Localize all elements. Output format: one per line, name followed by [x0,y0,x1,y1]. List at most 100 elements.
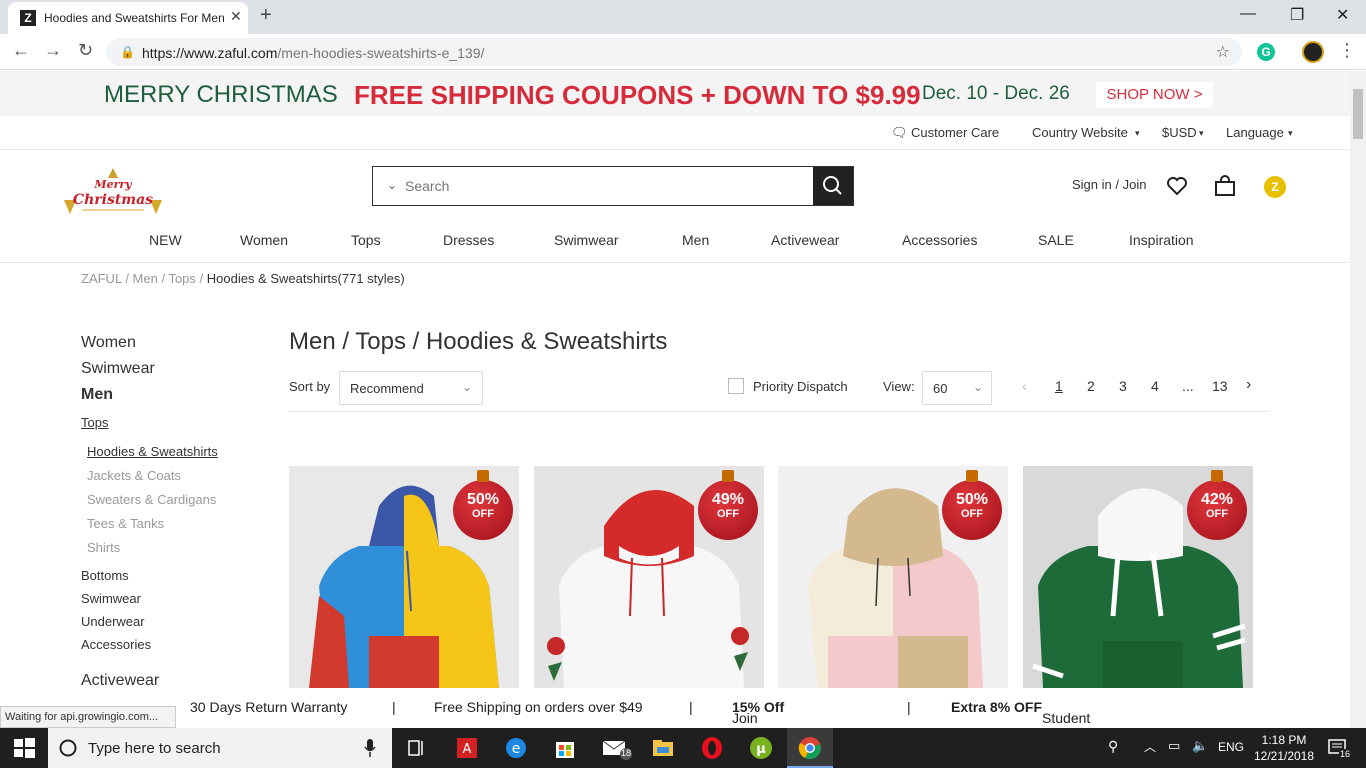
breadcrumb-tops[interactable]: Tops [168,271,195,286]
show-hidden-icons-chevron[interactable]: ︿ [1144,738,1168,762]
page-13[interactable]: 13 [1212,378,1228,394]
sidebar-item-sweaters[interactable]: Sweaters & Cardigans [87,492,216,507]
sidebar-item-men-swimwear[interactable]: Swimwear [81,591,141,606]
chrome-menu-icon[interactable]: ⋮ [1338,40,1356,61]
task-view-icon[interactable] [405,736,429,760]
page-4[interactable]: 4 [1151,378,1159,394]
sidebar-item-women[interactable]: Women [81,334,136,352]
grammarly-extension-icon[interactable]: G [1257,43,1275,61]
nav-dresses[interactable]: Dresses [443,232,494,248]
prev-page-icon[interactable]: ‹ [1022,378,1027,394]
priority-dispatch-checkbox[interactable] [728,378,744,394]
notification-center-icon[interactable]: 16 [1326,736,1352,760]
bookmark-star-icon[interactable]: ☆ [1216,42,1230,62]
nav-accessories[interactable]: Accessories [902,232,977,248]
view-count-select[interactable]: 60 ⌄ [922,371,992,405]
acrobat-icon[interactable]: A [455,736,479,760]
breadcrumb-home[interactable]: ZAFUL [81,271,122,286]
discount-badge: 50% OFF [942,470,1002,540]
page-2[interactable]: 2 [1087,378,1095,394]
mail-icon[interactable]: 18 [602,736,632,760]
people-icon[interactable]: ⚲ [1108,738,1132,762]
language-dropdown[interactable]: Language [1226,125,1284,140]
store-icon[interactable] [553,736,577,760]
sidebar-item-hoodies[interactable]: Hoodies & Sweatshirts [87,444,218,459]
sidebar-item-shirts[interactable]: Shirts [87,540,120,555]
country-website-dropdown[interactable]: Country Website [1032,125,1128,140]
close-tab-icon[interactable]: ✕ [230,8,242,25]
windows-start-icon[interactable] [12,736,36,760]
url-bar[interactable]: 🔒 https://www.zaful.com/men-hoodies-swea… [106,38,1242,66]
student-discount-text[interactable]: Extra 8% OFF Student Discount [951,699,1097,742]
sidebar-item-underwear[interactable]: Underwear [81,614,145,629]
file-explorer-icon[interactable] [651,736,675,760]
shop-now-button[interactable]: SHOP NOW > [1096,82,1213,108]
new-tab-icon[interactable]: + [260,4,272,27]
sort-select[interactable]: Recommend ⌄ [339,371,483,405]
product-card[interactable]: 49% OFF [534,466,764,688]
join-offer-text[interactable]: Join and Get 15% Off [732,699,784,742]
currency-dropdown[interactable]: $USD [1162,125,1197,140]
page-scrollbar[interactable] [1350,71,1366,728]
minimize-icon[interactable]: — [1240,5,1256,23]
sign-in-link[interactable]: Sign in / Join [1072,177,1146,192]
nav-sale[interactable]: SALE [1038,232,1074,248]
product-card[interactable]: 42% OFF [1023,466,1253,688]
chrome-icon [798,737,821,760]
restore-icon[interactable]: ❐ [1290,5,1304,25]
volume-icon[interactable]: 🔈 [1192,738,1216,762]
scrollbar-thumb[interactable] [1353,89,1363,139]
shopping-bag-icon[interactable] [1213,174,1237,198]
page-1[interactable]: 1 [1055,378,1063,394]
profile-extension-icon[interactable] [1302,41,1324,63]
customer-care-link[interactable]: Customer Care [911,125,999,140]
nav-new[interactable]: NEW [149,232,182,248]
sidebar-item-jackets[interactable]: Jackets & Coats [87,468,181,483]
site-logo[interactable]: Merry Christmas [60,164,166,216]
tab-strip: Z Hoodies and Sweatshirts For Men ✕ + — … [0,0,1366,34]
browser-tab[interactable]: Z Hoodies and Sweatshirts For Men ✕ [8,2,248,34]
view-label: View: [883,379,915,394]
page-3[interactable]: 3 [1119,378,1127,394]
nav-women[interactable]: Women [240,232,288,248]
opera-icon[interactable] [700,736,724,760]
nav-men[interactable]: Men [682,232,709,248]
sidebar-item-tops[interactable]: Tops [81,415,108,430]
taskbar-search-box[interactable]: Type here to search [48,728,392,768]
nav-activewear[interactable]: Activewear [771,232,839,248]
sidebar-item-bottoms[interactable]: Bottoms [81,568,129,583]
chevron-down-icon[interactable]: ⌄ [387,178,397,192]
breadcrumb-men[interactable]: Men [133,271,158,286]
search-icon [823,176,842,195]
battery-icon[interactable]: ▭ [1168,738,1192,762]
search-input[interactable] [405,175,805,197]
sidebar-item-men[interactable]: Men [81,386,113,404]
taskbar-clock[interactable]: 1:18 PM 12/21/2018 [1252,732,1316,764]
input-language[interactable]: ENG [1218,740,1244,754]
edge-icon[interactable]: e [504,736,528,760]
promo-banner[interactable]: MERRY CHRISTMAS FREE SHIPPING COUPONS + … [0,71,1350,116]
microphone-icon[interactable] [364,739,376,757]
nav-tops[interactable]: Tops [351,232,381,248]
chrome-taskbar-button[interactable] [787,728,833,768]
nav-swimwear[interactable]: Swimwear [554,232,619,248]
nav-inspiration[interactable]: Inspiration [1129,232,1194,248]
close-window-icon[interactable]: ✕ [1336,5,1349,25]
taskbar-search-placeholder: Type here to search [88,740,221,757]
forward-icon[interactable]: → [44,40,62,61]
wishlist-heart-icon[interactable] [1165,174,1189,198]
product-card[interactable]: 50% OFF [778,466,1008,688]
product-card[interactable]: 50% OFF [289,466,519,688]
back-icon[interactable]: ← [12,40,30,61]
search-button[interactable] [813,167,853,205]
priority-dispatch-label[interactable]: Priority Dispatch [753,379,848,394]
sidebar-item-accessories[interactable]: Accessories [81,637,151,652]
points-icon[interactable]: Z [1264,176,1286,198]
sidebar-item-tees[interactable]: Tees & Tanks [87,516,164,531]
svg-text:Merry: Merry [93,178,133,191]
utorrent-icon[interactable]: µ [749,736,773,760]
next-page-icon[interactable]: › [1246,376,1251,394]
url-text[interactable]: https://www.zaful.com/men-hoodies-sweats… [142,45,484,61]
reload-icon[interactable]: ↻ [78,40,93,61]
sidebar-item-swimwear[interactable]: Swimwear [81,360,155,378]
